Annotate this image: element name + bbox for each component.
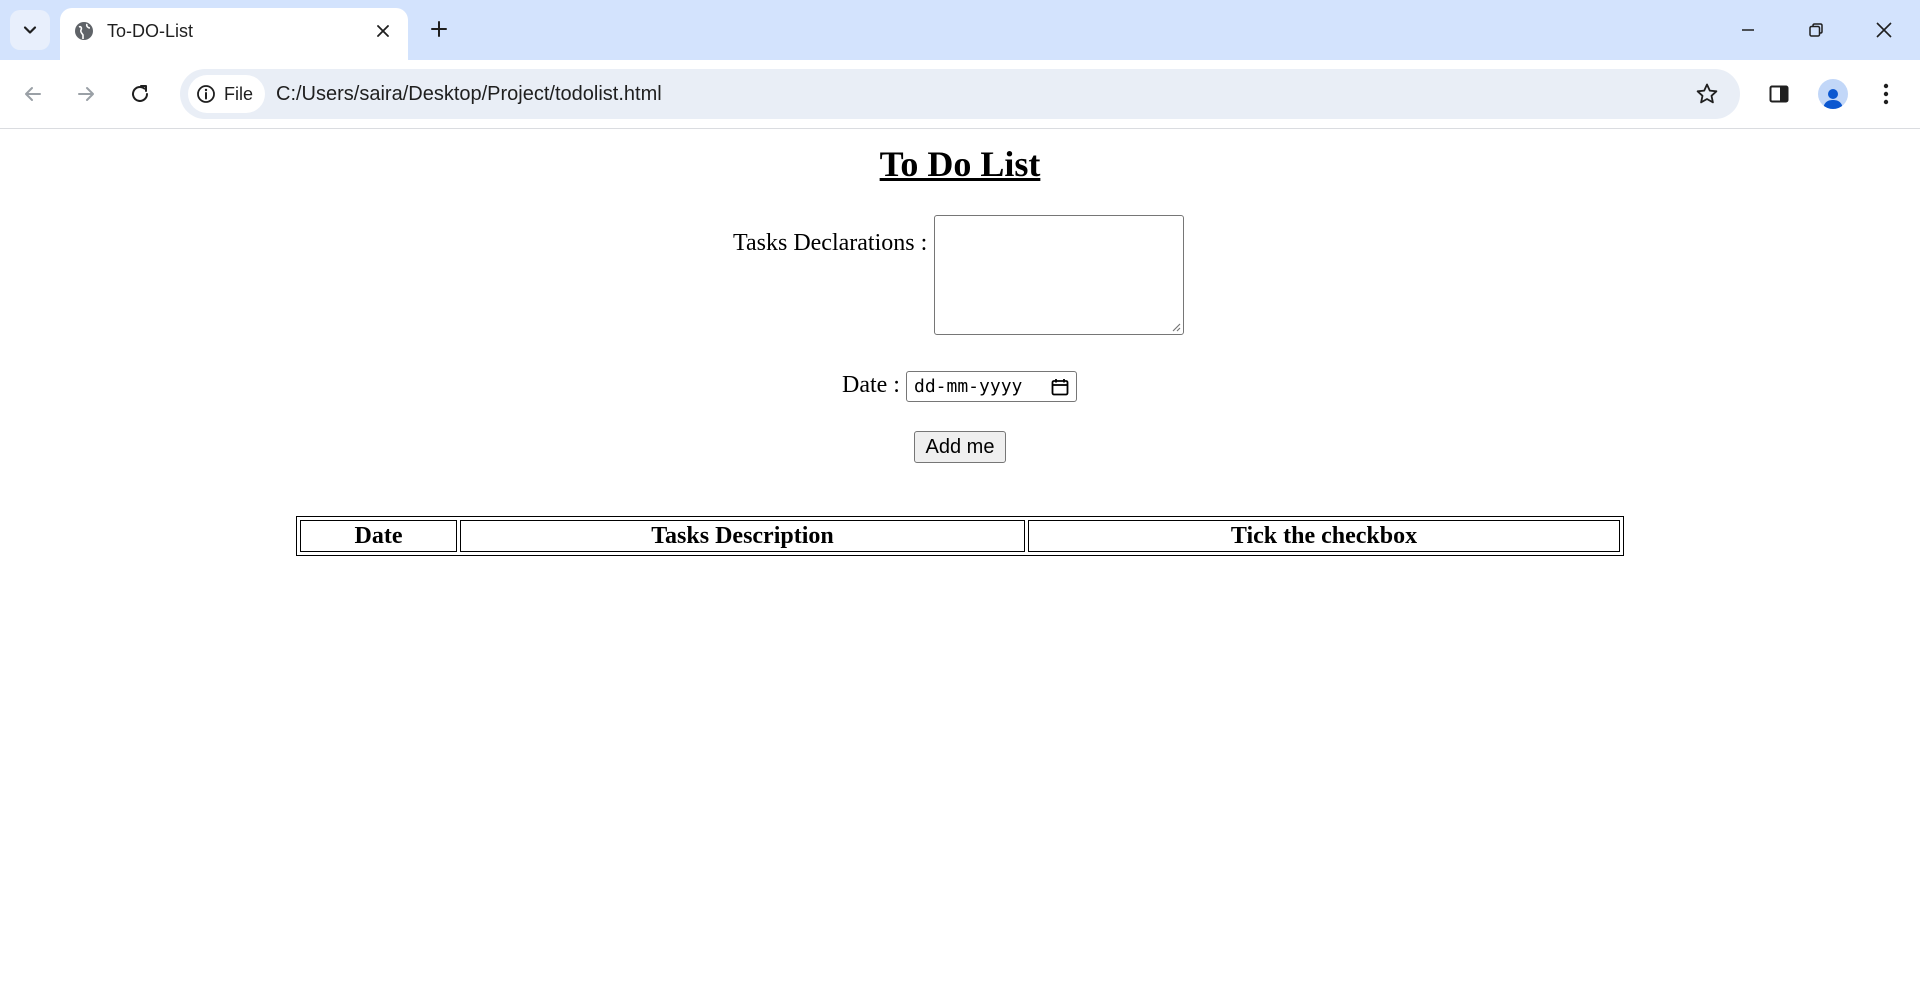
close-icon xyxy=(1876,22,1892,38)
page-title: To Do List xyxy=(879,144,1041,184)
new-tab-button[interactable] xyxy=(422,12,456,46)
chevron-down-icon xyxy=(23,26,37,34)
tab-title: To-DO-List xyxy=(107,21,194,41)
reload-button[interactable] xyxy=(120,74,160,114)
window-close-button[interactable] xyxy=(1864,10,1904,50)
arrow-left-icon xyxy=(25,87,41,101)
back-button[interactable] xyxy=(13,74,53,114)
side-panel-button[interactable] xyxy=(1759,74,1799,114)
profile-button[interactable] xyxy=(1813,74,1853,114)
column-header-tick-checkbox: Tick the checkbox xyxy=(1028,520,1620,552)
arrow-right-icon xyxy=(78,87,94,101)
date-input[interactable]: dd-mm-yyyy xyxy=(906,371,1077,402)
date-label: Date : xyxy=(842,372,900,398)
minimize-button[interactable] xyxy=(1728,10,1768,50)
info-icon xyxy=(197,85,215,103)
browser-window: To-DO-List File C:/Users/saira/Desktop/P… xyxy=(0,0,1920,1008)
person-icon xyxy=(1823,89,1843,109)
more-vert-icon xyxy=(1883,83,1889,105)
star-icon xyxy=(1696,83,1718,104)
tab-search-button[interactable] xyxy=(10,10,50,50)
menu-button[interactable] xyxy=(1866,74,1906,114)
reload-icon xyxy=(132,85,148,102)
calendar-icon[interactable] xyxy=(1050,377,1070,397)
bookmark-button[interactable] xyxy=(1688,75,1726,113)
task-label: Tasks Declarations : xyxy=(733,230,928,256)
date-placeholder: dd-mm-yyyy xyxy=(914,376,1023,397)
tab-close-button[interactable] xyxy=(370,18,396,44)
restore-icon xyxy=(1809,23,1823,37)
resize-grip-icon[interactable] xyxy=(1169,320,1181,332)
minimize-icon xyxy=(1742,29,1754,31)
close-icon xyxy=(377,25,389,37)
avatar xyxy=(1818,79,1848,109)
address-bar[interactable]: File C:/Users/saira/Desktop/Project/todo… xyxy=(180,69,1740,119)
table-header-row: Date Tasks Description Tick the checkbox xyxy=(300,520,1620,552)
restore-button[interactable] xyxy=(1796,10,1836,50)
browser-toolbar: File C:/Users/saira/Desktop/Project/todo… xyxy=(0,60,1920,129)
column-header-date: Date xyxy=(300,520,457,552)
task-table: Date Tasks Description Tick the checkbox xyxy=(296,516,1624,556)
side-panel-icon xyxy=(1769,85,1789,103)
forward-button[interactable] xyxy=(66,74,106,114)
plus-icon xyxy=(431,21,447,37)
tab-active[interactable]: To-DO-List xyxy=(60,8,408,60)
globe-icon xyxy=(75,22,93,40)
tab-strip: To-DO-List xyxy=(0,0,1920,60)
task-textarea[interactable] xyxy=(934,215,1184,335)
column-header-tasks-description: Tasks Description xyxy=(460,520,1025,552)
page-content: To Do List Tasks Declarations : Date : d… xyxy=(0,129,1920,1008)
site-info-chip[interactable]: File xyxy=(188,75,266,113)
add-me-button[interactable]: Add me xyxy=(914,431,1006,463)
site-info-label: File xyxy=(224,83,254,104)
url-text: C:/Users/saira/Desktop/Project/todolist.… xyxy=(276,83,662,105)
